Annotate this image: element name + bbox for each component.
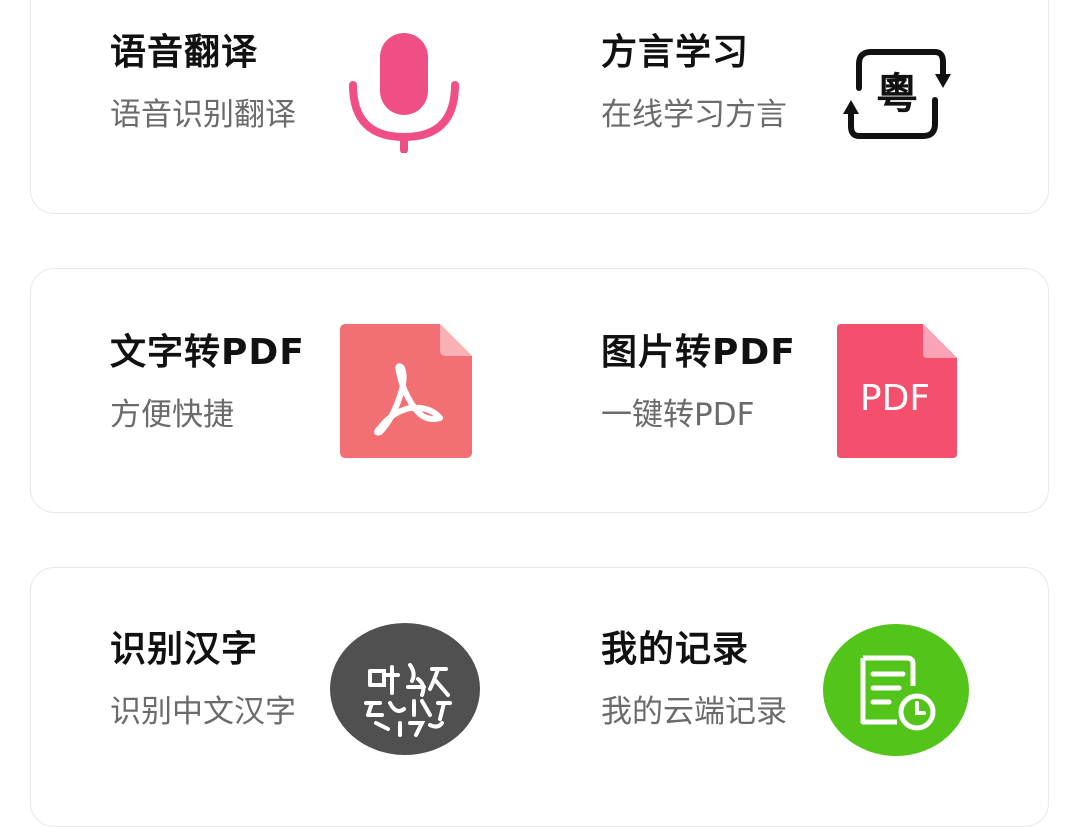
text-to-pdf-tile[interactable]: 文字转PDF 方便快捷: [110, 324, 590, 491]
recognize-chinese-subtitle: 识别中文汉字: [110, 694, 296, 730]
recognize-chinese-tile[interactable]: 识别汉字 识别中文汉字: [110, 623, 590, 788]
my-records-title: 我的记录: [601, 629, 750, 670]
text-to-pdf-title: 文字转PDF: [110, 332, 305, 373]
acrobat-pdf-icon: [340, 324, 472, 458]
chinese-characters-icon: [330, 623, 480, 755]
dialect-learning-title: 方言学习: [601, 32, 750, 73]
feature-card-pdf: 文字转PDF 方便快捷 图片转PDF 一键转PDF PDF: [30, 268, 1049, 513]
image-to-pdf-subtitle: 一键转PDF: [601, 397, 755, 433]
cantonese-character-text: 粵: [876, 69, 918, 118]
image-to-pdf-title: 图片转PDF: [601, 332, 796, 373]
text-to-pdf-subtitle: 方便快捷: [110, 397, 234, 433]
my-records-subtitle: 我的云端记录: [601, 694, 787, 730]
cantonese-character-icon: 粵: [839, 46, 955, 142]
feature-card-recognize-records: 识别汉字 识别中文汉字 我的记录 我的云端记录: [30, 567, 1049, 827]
voice-translate-tile[interactable]: 语音翻译 语音识别翻译: [110, 31, 590, 191]
cloud-record-icon: [823, 624, 969, 756]
voice-translate-title: 语音翻译: [110, 32, 259, 73]
pdf-file-icon: PDF: [837, 324, 957, 458]
microphone-icon: [349, 33, 459, 153]
my-records-tile[interactable]: 我的记录 我的云端记录: [601, 624, 1080, 788]
feature-card-voice-dialect: 语音翻译 语音识别翻译 方言学习 在线学习方言 粵: [30, 0, 1049, 214]
recognize-chinese-title: 识别汉字: [110, 629, 259, 670]
voice-translate-subtitle: 语音识别翻译: [110, 97, 296, 133]
dialect-learning-subtitle: 在线学习方言: [601, 97, 787, 133]
pdf-file-label: PDF: [860, 378, 930, 419]
image-to-pdf-tile[interactable]: 图片转PDF 一键转PDF PDF: [601, 324, 1080, 491]
dialect-learning-tile[interactable]: 方言学习 在线学习方言 粵: [601, 31, 1080, 191]
